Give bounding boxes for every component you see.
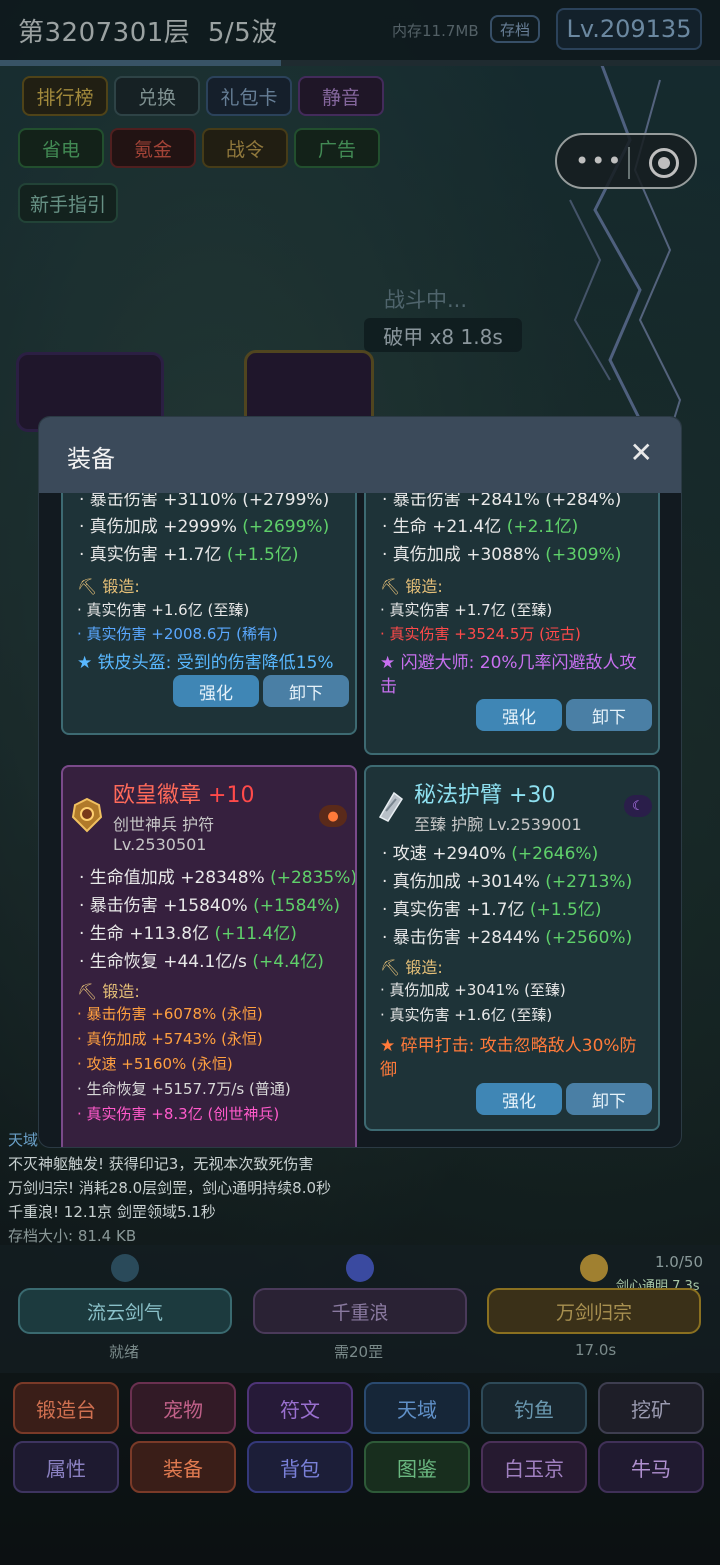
forge-stat: · 真实伤害 +8.3亿 (创世神兵) [77,1105,280,1123]
nav-backpack[interactable]: 背包 [247,1441,353,1493]
nav-forge[interactable]: 锻造台 [13,1382,119,1434]
forge-stat: · 攻速 +5160% (永恒) [77,1055,233,1073]
stat-true-dmg-bonus: · 真伤加成 +3088% (+309%) [382,545,622,565]
modal-title: 装备 [67,445,115,473]
nav-attributes[interactable]: 属性 [13,1441,119,1493]
enhance-button[interactable]: 强化 [173,675,259,707]
nav-niuma[interactable]: 牛马 [598,1441,704,1493]
skill-stack-count: 1.0/50 [655,1253,703,1271]
stat-attack-speed: · 攻速 +2940% (+2646%) [382,844,599,864]
stat-crit-damage: · 暴击伤害 +2844% (+2560%) [382,928,633,948]
stat-true-damage: · 真实伤害 +1.7亿 (+1.5亿) [382,900,602,920]
stat-true-dmg-bonus: · 真伤加成 +3014% (+2713%) [382,872,633,892]
stat-crit-damage: · 暴击伤害 +15840% (+1584%) [79,896,341,916]
item-type-level: 至臻 护腕 Lv.2539001 [414,815,582,834]
equipment-skill-cont: 御 [380,1060,397,1080]
unequip-button[interactable]: 卸下 [263,675,349,707]
badge-item-icon [71,797,103,833]
stat-hp-regen: · 生命恢复 +44.1亿/s (+4.4亿) [79,952,324,972]
nav-baiyujing[interactable]: 白玉京 [481,1441,587,1493]
enhance-button[interactable]: 强化 [476,699,562,731]
stat-true-damage: · 真实伤害 +1.7亿 (+1.5亿) [79,545,299,565]
equipment-skill: ★ 碎甲打击: 攻击忽略敌人30%防 [380,1036,637,1056]
skill-button-wanjianguizong[interactable]: 万剑归宗 [487,1288,701,1334]
nav-runes[interactable]: 符文 [247,1382,353,1434]
nav-pets[interactable]: 宠物 [130,1382,236,1434]
fire-element-icon: ● [319,805,347,827]
stat-crit-damage: · 暴击伤害 +3110% (+2799%) [79,493,330,510]
equipment-list[interactable]: · 暴击伤害 +3110% (+2799%) · 真伤加成 +2999% (+2… [39,493,681,1147]
forge-stat: · 生命恢复 +5157.7万/s (普通) [77,1080,291,1098]
nav-codex[interactable]: 图鉴 [364,1441,470,1493]
equipment-card-badge: 欧皇徽章 +10 创世神兵 护符 Lv.2530501 ● · 生命值加成 +2… [61,765,357,1147]
forge-stat: · 真实伤害 +2008.6万 (稀有) [77,625,278,643]
unequip-button[interactable]: 卸下 [566,1083,652,1115]
combat-log: 天域 不灭神躯触发! 获得印记3，无视本次致死伤害 万剑归宗! 消耗28.0层剑… [8,1128,708,1248]
wave-icon [346,1254,374,1282]
forge-stat: · 真伤加成 +5743% (永恒) [77,1030,263,1048]
enhance-button[interactable]: 强化 [476,1083,562,1115]
nav-mining[interactable]: 挖矿 [598,1382,704,1434]
equipment-card-helmet: · 暴击伤害 +3110% (+2799%) · 真伤加成 +2999% (+2… [61,493,357,735]
equipment-card-evasion: · 暴击伤害 +2841% (+284%) · 生命 +21.4亿 (+2.1亿… [364,493,660,755]
skill-button-qianchonglang[interactable]: 千重浪 [253,1288,467,1334]
skill-status: 需20罡 [334,1343,384,1361]
stat-hp-bonus: · 生命值加成 +28348% (+2835%) [79,868,357,888]
stat-true-dmg-bonus: · 真伤加成 +2999% (+2699%) [79,517,330,537]
forge-stat: · 真实伤害 +1.7亿 (至臻) [380,601,553,619]
forge-stat: · 真实伤害 +1.6亿 (至臻) [380,1006,553,1024]
unequip-button[interactable]: 卸下 [566,699,652,731]
modal-header: 装备 ✕ [39,417,681,493]
stat-crit-damage: · 暴击伤害 +2841% (+284%) [382,493,622,510]
forge-title: ⛏ 锻造: [77,577,140,596]
moon-element-icon: ☾ [624,795,652,817]
item-name: 欧皇徽章 +10 [113,783,255,808]
log-line: 不灭神躯触发! 获得印记3，无视本次致死伤害 [8,1155,314,1173]
equipment-skill-cont: 击 [380,677,397,697]
forge-stat: · 真伤加成 +3041% (至臻) [380,981,566,999]
skill-status: 17.0s [575,1341,617,1359]
skill-status: 就绪 [109,1343,140,1361]
nav-equipment[interactable]: 装备 [130,1441,236,1493]
item-level: Lv.2530501 [113,835,207,854]
forge-title: ⛏ 锻造: [380,958,443,977]
item-name: 秘法护臂 +30 [414,783,556,808]
stat-hp: · 生命 +113.8亿 (+11.4亿) [79,924,297,944]
equipment-skill: ★ 闪避大师: 20%几率闪避敌人攻 [380,653,637,673]
equipment-skill: ★ 铁皮头盔: 受到的伤害降低15% [77,653,334,673]
forge-stat: · 暴击伤害 +6078% (永恒) [77,1005,263,1023]
bracer-item-icon [378,791,404,822]
item-type: 创世神兵 护符 [113,815,215,834]
skill-button-liuyun[interactable]: 流云剑气 [18,1288,232,1334]
log-line: 天域 [8,1131,39,1149]
forge-stat: · 真实伤害 +1.6亿 (至臻) [77,601,250,619]
equipment-card-bracer: 秘法护臂 +30 至臻 护腕 Lv.2539001 ☾ · 攻速 +2940% … [364,765,660,1131]
forge-title: ⛏ 锻造: [77,982,140,1001]
stat-hp: · 生命 +21.4亿 (+2.1亿) [382,517,579,537]
sword-array-icon [580,1254,608,1282]
forge-stat: · 真实伤害 +3524.5万 (远古) [380,625,581,643]
wind-sword-icon [111,1254,139,1282]
equipment-modal: 装备 ✕ · 暴击伤害 +3110% (+2799%) · 真伤加成 +2999… [38,416,682,1148]
nav-sky-domain[interactable]: 天域 [364,1382,470,1434]
log-line: 千重浪! 12.1京 剑罡领域5.1秒 [8,1203,216,1221]
close-icon[interactable]: ✕ [630,439,653,467]
forge-title: ⛏ 锻造: [380,577,443,596]
nav-fishing[interactable]: 钓鱼 [481,1382,587,1434]
log-line: 万剑归宗! 消耗28.0层剑罡，剑心通明持续8.0秒 [8,1179,332,1197]
